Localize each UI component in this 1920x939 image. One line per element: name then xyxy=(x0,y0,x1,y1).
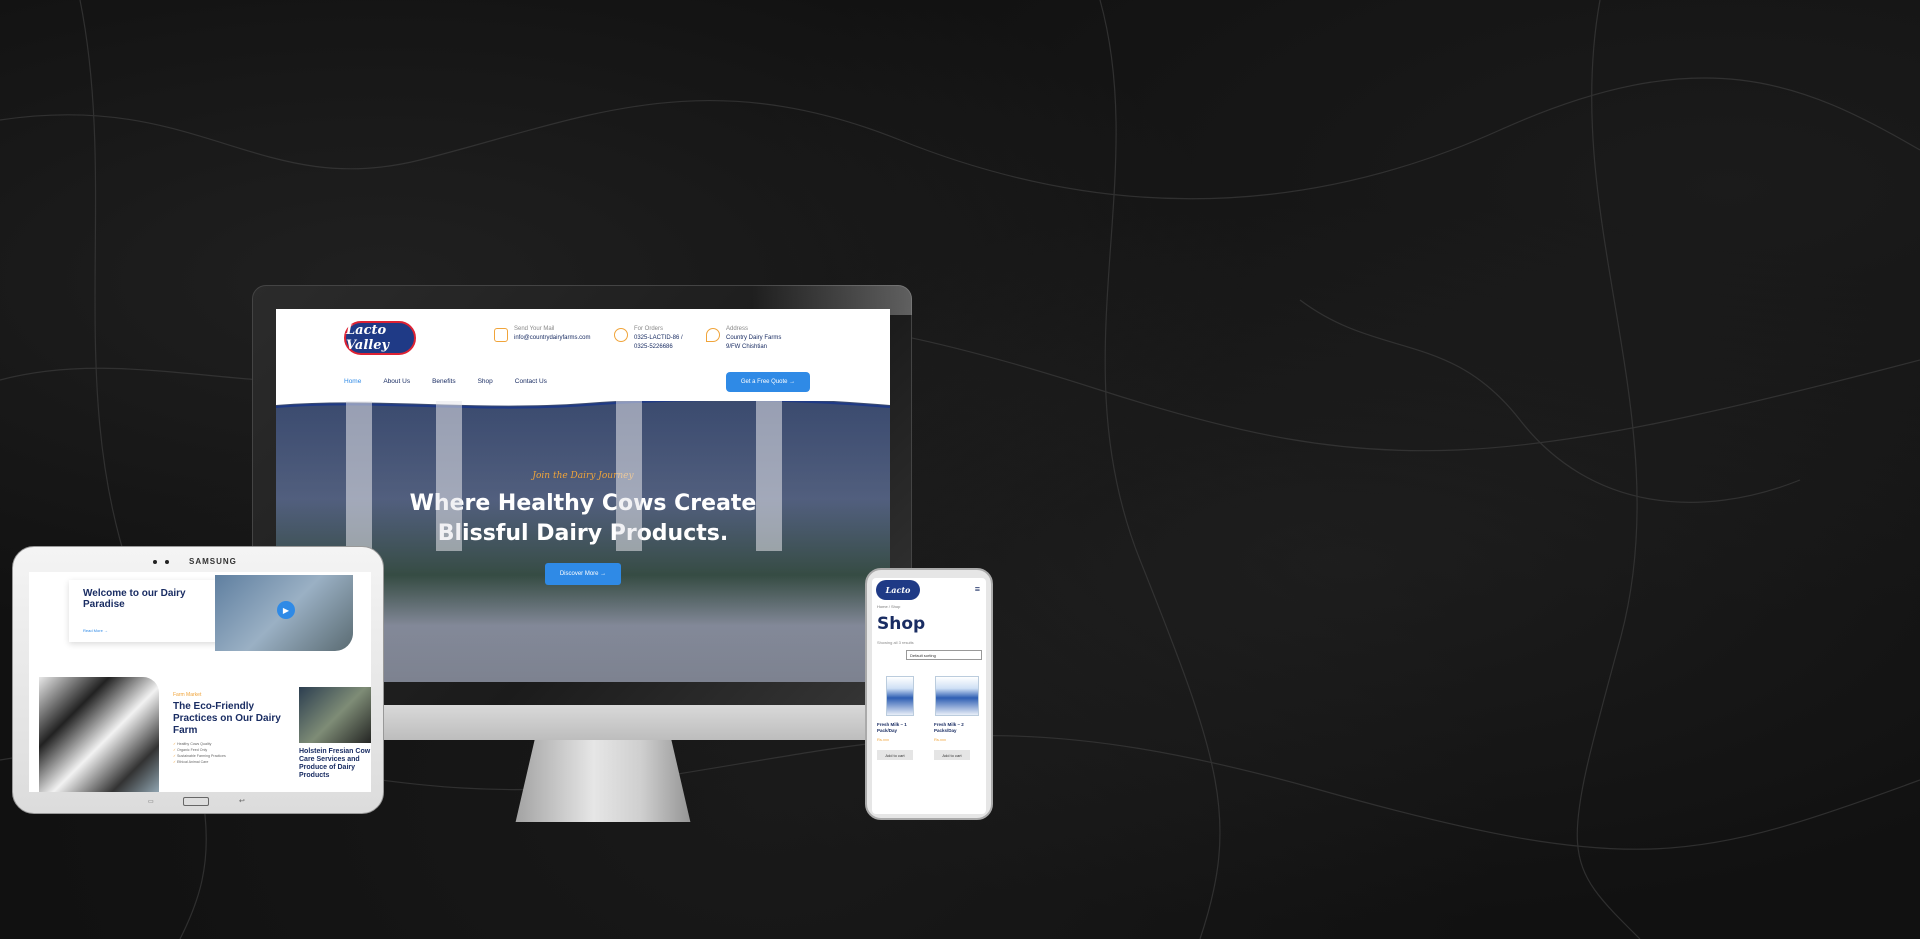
orders-value[interactable]: 0325-LACTID-86 / xyxy=(634,334,683,343)
address-label: Address xyxy=(726,326,749,332)
phone-icon xyxy=(614,328,628,342)
product-card[interactable]: Fresh Milk – 2 Packs/Day Rs.xxx Add to c… xyxy=(934,676,980,760)
back-icon[interactable]: ↩ xyxy=(239,797,245,805)
barn-pillar xyxy=(436,401,462,551)
eco-title: The Eco-Friendly Practices on Our Dairy … xyxy=(173,701,281,736)
product-price: Rs.xxx xyxy=(934,737,946,742)
hamburger-menu-icon[interactable]: ≡ xyxy=(975,584,980,594)
eco-tag: Farm Market xyxy=(173,692,202,698)
barn-pillar xyxy=(346,401,372,551)
orders-value-2[interactable]: 0325-5226686 xyxy=(634,343,683,352)
farm-video-thumbnail[interactable]: ▶ xyxy=(215,575,353,651)
recent-apps-icon[interactable]: ▭ xyxy=(148,798,154,805)
monitor-stand xyxy=(515,740,691,822)
holstein-title: Holstein Fresian Cow Care Services and P… xyxy=(299,748,371,779)
tablet-camera xyxy=(153,560,157,564)
tablet-brand: SAMSUNG xyxy=(189,557,237,566)
nav-contact[interactable]: Contact Us xyxy=(515,378,547,385)
phone-device: Lacto ≡ Home / Shop Shop Showing all 3 r… xyxy=(865,568,993,820)
eco-section: Farm Market The Eco-Friendly Practices o… xyxy=(173,692,283,765)
site-header: Lacto Valley Send Your Mail info@countryd… xyxy=(276,309,890,367)
holstein-image xyxy=(299,687,371,743)
tablet-screen: Welcome to our Dairy Paradise Read More … xyxy=(29,572,371,792)
mail-icon xyxy=(494,328,508,342)
phone-logo[interactable]: Lacto xyxy=(876,580,920,600)
product-image[interactable] xyxy=(886,676,914,716)
product-price: Rs.xxx xyxy=(877,737,889,742)
tablet-sensor xyxy=(165,560,169,564)
eco-point: Ethical Animal Care xyxy=(173,759,283,765)
barn-pillar xyxy=(616,401,642,551)
contact-mail: Send Your Mail info@countrydairyfarms.com xyxy=(494,325,590,343)
sort-select[interactable]: Default sorting xyxy=(906,650,982,660)
mail-label: Send Your Mail xyxy=(514,326,555,332)
contact-address: Address Country Dairy Farms 9/FW Chishtian xyxy=(706,325,781,352)
cow-image xyxy=(39,677,159,792)
mail-value[interactable]: info@countrydairyfarms.com xyxy=(514,334,590,343)
results-count: Showing all 3 results xyxy=(877,640,914,645)
page-title: Shop xyxy=(877,614,926,634)
nav-benefits[interactable]: Benefits xyxy=(432,378,456,385)
phone-screen: Lacto ≡ Home / Shop Shop Showing all 3 r… xyxy=(872,578,986,814)
add-to-cart-button[interactable]: Add to cart xyxy=(877,750,913,760)
add-to-cart-button[interactable]: Add to cart xyxy=(934,750,970,760)
nav-shop[interactable]: Shop xyxy=(478,378,493,385)
location-pin-icon xyxy=(706,328,720,342)
address-value: Country Dairy Farms xyxy=(726,335,782,341)
nav-home[interactable]: Home xyxy=(344,378,361,385)
product-card[interactable]: Fresh Milk – 1 Pack/Day Rs.xxx Add to ca… xyxy=(877,676,923,760)
welcome-card: Welcome to our Dairy Paradise Read More … xyxy=(69,580,219,642)
play-icon[interactable]: ▶ xyxy=(277,601,295,619)
tablet-device: SAMSUNG Welcome to our Dairy Paradise Re… xyxy=(12,546,384,814)
nav-about[interactable]: About Us xyxy=(383,378,410,385)
contact-orders: For Orders 0325-LACTID-86 /0325-5226686 xyxy=(614,325,683,352)
free-quote-button[interactable]: Get a Free Quote → xyxy=(726,372,810,392)
welcome-title: Welcome to our Dairy Paradise xyxy=(83,588,186,610)
barn-pillar xyxy=(756,401,782,551)
tablet-home-button[interactable] xyxy=(183,797,209,806)
site-logo[interactable]: Lacto Valley xyxy=(344,321,416,355)
product-name[interactable]: Fresh Milk – 1 Pack/Day xyxy=(877,722,923,734)
discover-more-button[interactable]: Discover More → xyxy=(545,563,621,585)
breadcrumb[interactable]: Home / Shop xyxy=(877,604,900,609)
product-image[interactable] xyxy=(935,676,979,716)
product-name[interactable]: Fresh Milk – 2 Packs/Day xyxy=(934,722,980,734)
address-value-2: 9/FW Chishtian xyxy=(726,344,768,350)
orders-label: For Orders xyxy=(634,326,664,332)
read-more-link[interactable]: Read More → xyxy=(83,628,205,633)
site-nav: Home About Us Benefits Shop Contact Us G… xyxy=(276,367,890,395)
